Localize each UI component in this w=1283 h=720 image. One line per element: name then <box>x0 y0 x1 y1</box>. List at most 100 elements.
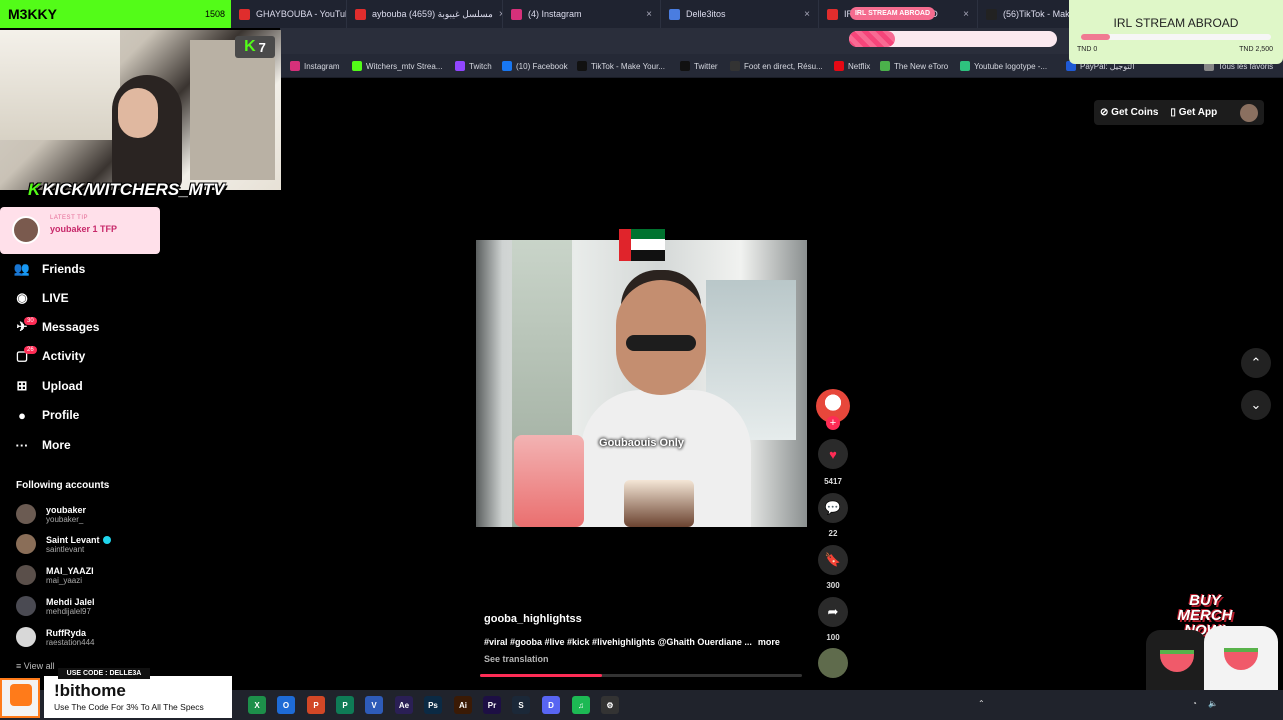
bookmark-item[interactable]: Twitch <box>455 59 492 73</box>
browser-tab[interactable]: (4) Instagram × <box>503 0 661 28</box>
bookmark-item[interactable]: Instagram <box>290 59 340 73</box>
browser-tab[interactable]: GHAYBOUBA - YouTube× <box>231 0 347 28</box>
tip-text: youbaker 1 TFP <box>50 224 118 234</box>
comment-button[interactable]: 💬 <box>818 493 848 523</box>
bookmark-item[interactable]: Foot en direct, Résu... <box>730 59 823 73</box>
next-video-button[interactable]: ⌄ <box>1241 390 1271 420</box>
taskbar-app-icon[interactable]: Ai <box>454 696 472 714</box>
tab-favicon-icon <box>669 8 680 20</box>
save-button[interactable]: 🔖 <box>818 545 848 575</box>
save-count: 300 <box>826 581 840 590</box>
sound-disc-icon[interactable] <box>818 648 848 678</box>
account-text: youbaker youbaker_ <box>46 505 86 524</box>
video-subject-sunglasses <box>626 335 696 351</box>
taskbar-app-icon[interactable]: D <box>542 696 560 714</box>
get-app-button[interactable]: ▯ Get App <box>1170 107 1217 118</box>
goal-title: IRL STREAM ABROAD <box>1113 16 1239 30</box>
bookmark-item[interactable]: Youtube logotype -... <box>960 59 1047 73</box>
following-account[interactable]: youbaker youbaker_ <box>16 502 86 526</box>
taskbar-app-icon[interactable]: Pr <box>483 696 501 714</box>
taskbar-app-icon[interactable]: O <box>277 696 295 714</box>
sidebar-item-more[interactable]: ··· More <box>14 434 71 456</box>
bookmark-favicon-icon <box>834 61 844 71</box>
close-icon[interactable]: × <box>963 9 969 20</box>
bookmark-item[interactable]: The New eToro <box>880 59 948 73</box>
account-text: RuffRyda raestation444 <box>46 628 94 647</box>
following-account[interactable]: MAI_YAAZI mai_yaazi <box>16 563 94 587</box>
bookmark-item[interactable]: (10) Facebook <box>502 59 568 73</box>
video-player[interactable]: Goubaouis Only <box>476 240 807 527</box>
account-name-text: MAI_YAAZI <box>46 565 94 576</box>
taskbar-app-icon[interactable]: P <box>307 696 325 714</box>
get-coins-button[interactable]: ⊘ Get Coins <box>1100 107 1158 118</box>
account-name: RuffRyda <box>46 628 94 638</box>
video-username[interactable]: gooba_highlightss <box>484 613 582 625</box>
browser-tab[interactable]: Delle3itos × <box>661 0 819 28</box>
sidebar-item-profile[interactable]: ● Profile <box>14 404 79 426</box>
goal-max: TND 2,500 <box>1239 46 1273 53</box>
cam-shelf <box>190 40 275 180</box>
bookmark-item[interactable]: TikTok - Make Your... <box>577 59 665 73</box>
bookmark-icon: 🔖 <box>824 552 842 567</box>
taskbar-app-icon[interactable]: Ps <box>424 696 442 714</box>
taskbar-app-icon[interactable]: ♫ <box>572 696 590 714</box>
more-link[interactable]: more <box>758 637 780 647</box>
sidebar-item-label: Friends <box>42 262 86 276</box>
video-overlay-caption: Goubaouis Only <box>599 437 684 449</box>
video-progress-bar[interactable] <box>480 674 802 677</box>
bookmark-favicon-icon <box>577 61 587 71</box>
taskbar-app-icon[interactable]: Ae <box>395 696 413 714</box>
following-account[interactable]: RuffRyda raestation444 <box>16 625 94 649</box>
sidebar-item-friends[interactable]: 👥 Friends <box>14 258 85 280</box>
sidebar-item-live[interactable]: ◉ LIVE <box>14 287 68 309</box>
share-button[interactable]: ➦ <box>818 597 848 627</box>
account-text: MAI_YAAZI mai_yaazi <box>46 566 94 585</box>
bookmark-item[interactable]: Witchers_mtv Strea... <box>352 59 442 73</box>
bookmark-item[interactable]: Netflix <box>834 59 870 73</box>
alert-progress-fill <box>849 31 895 47</box>
close-icon[interactable]: × <box>646 9 652 20</box>
taskbar-app-icon[interactable]: X <box>248 696 266 714</box>
see-translation-link[interactable]: See translation <box>484 654 549 664</box>
browser-tab[interactable]: (56)TikTok - Make Y× <box>978 0 1073 28</box>
like-button[interactable]: ♥ <box>818 439 848 469</box>
following-account[interactable]: Saint Levant saintlevant <box>16 532 111 556</box>
profile-icon: ● <box>18 407 26 423</box>
previous-video-button[interactable]: ⌃ <box>1241 348 1271 378</box>
tab-label: Delle3itos <box>686 9 726 19</box>
bookmark-label: (10) Facebook <box>516 61 568 71</box>
kick-logo-icon: K <box>244 38 256 55</box>
taskbar-app-icon[interactable]: S <box>512 696 530 714</box>
more-icon: ··· <box>15 437 29 453</box>
promo-subtitle: Use The Code For 3% To All The Specs <box>54 702 204 712</box>
account-username: mai_yaazi <box>46 575 83 585</box>
cam-face <box>118 88 158 138</box>
tab-label: GHAYBOUBA - YouTube <box>256 9 347 19</box>
alert-progress-bar <box>849 31 1057 47</box>
sidebar-item-label: Profile <box>42 408 80 422</box>
goal-min: TND 0 <box>1077 46 1098 53</box>
tray-chevron-icon[interactable]: ⌃ <box>978 699 985 711</box>
view-all-link[interactable]: ≡ View all <box>16 661 55 671</box>
description-text: #viral #gooba #live #kick #livehighlight… <box>484 637 752 647</box>
close-icon[interactable]: × <box>804 9 810 20</box>
user-avatar[interactable] <box>1240 103 1258 122</box>
taskbar-app-icon[interactable]: ⚙ <box>601 696 619 714</box>
browser-tab[interactable]: aybouba مسلسل غيبوبة (4659)× <box>347 0 503 28</box>
view-all-label: View all <box>23 661 55 671</box>
video-progress-fill <box>480 674 603 677</box>
follow-plus-icon[interactable]: + <box>826 416 840 430</box>
notification-badge: 26 <box>24 346 37 354</box>
list-icon: ≡ <box>16 661 24 671</box>
bookmark-item[interactable]: Twitter <box>680 59 718 73</box>
stream-goal-widget: IRL STREAM ABROAD TND 0 TND 2,500 <box>1069 0 1283 64</box>
taskbar-app-icon[interactable]: P <box>336 696 354 714</box>
sidebar-item-label: Messages <box>42 320 100 334</box>
following-account[interactable]: Mehdi Jalel mehdijalel97 <box>16 594 95 618</box>
sidebar-item-upload[interactable]: ⊞ Upload <box>14 375 83 397</box>
taskbar-app-icon[interactable]: V <box>365 696 383 714</box>
bookmark-favicon-icon <box>880 61 890 71</box>
bithome-promo: !bithome Use The Code For 3% To All The … <box>0 668 232 718</box>
goal-tab-pill[interactable]: IRL STREAM ABROAD <box>850 7 935 20</box>
account-username: saintlevant <box>46 544 85 554</box>
